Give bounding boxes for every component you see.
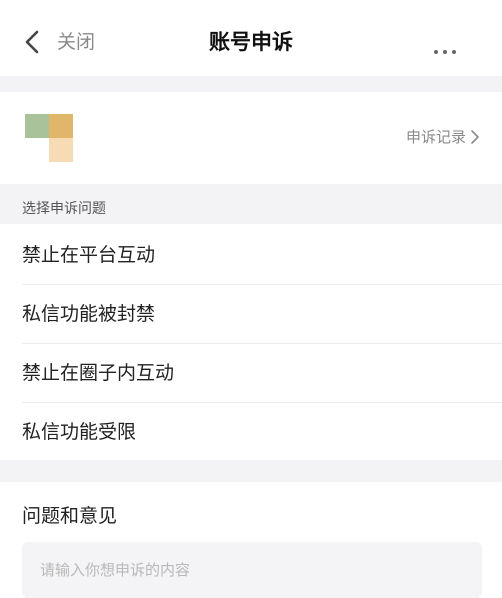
section-divider — [0, 76, 502, 92]
issue-item-label: 禁止在平台互动 — [22, 244, 156, 266]
nav-bar: 关闭 账号申诉 — [0, 0, 502, 76]
issue-item-label: 禁止在圈子内互动 — [22, 362, 175, 384]
avatar-block — [49, 138, 73, 162]
issue-item-label: 私信功能受限 — [22, 421, 137, 443]
section-label: 选择申诉问题 — [22, 201, 106, 217]
avatar — [25, 114, 73, 162]
issue-item[interactable]: 禁止在平台互动 — [0, 226, 502, 284]
page-title: 账号申诉 — [209, 30, 293, 54]
avatar-block — [49, 114, 73, 138]
issue-item[interactable]: 私信功能受限 — [0, 403, 502, 461]
issue-item[interactable]: 禁止在圈子内互动 — [0, 344, 502, 402]
avatar-block — [25, 114, 49, 138]
feedback-label: 问题和意见 — [22, 505, 118, 527]
appeal-records-link[interactable]: 申诉记录 — [406, 126, 480, 148]
appeal-content-input[interactable] — [22, 542, 482, 598]
section-divider — [0, 460, 502, 482]
chevron-right-icon — [471, 130, 479, 144]
more-dots-icon[interactable] — [433, 40, 457, 54]
issue-item-label: 私信功能被封禁 — [22, 303, 156, 325]
appeal-records-label: 申诉记录 — [405, 128, 466, 146]
issue-item[interactable]: 私信功能被封禁 — [0, 285, 502, 343]
